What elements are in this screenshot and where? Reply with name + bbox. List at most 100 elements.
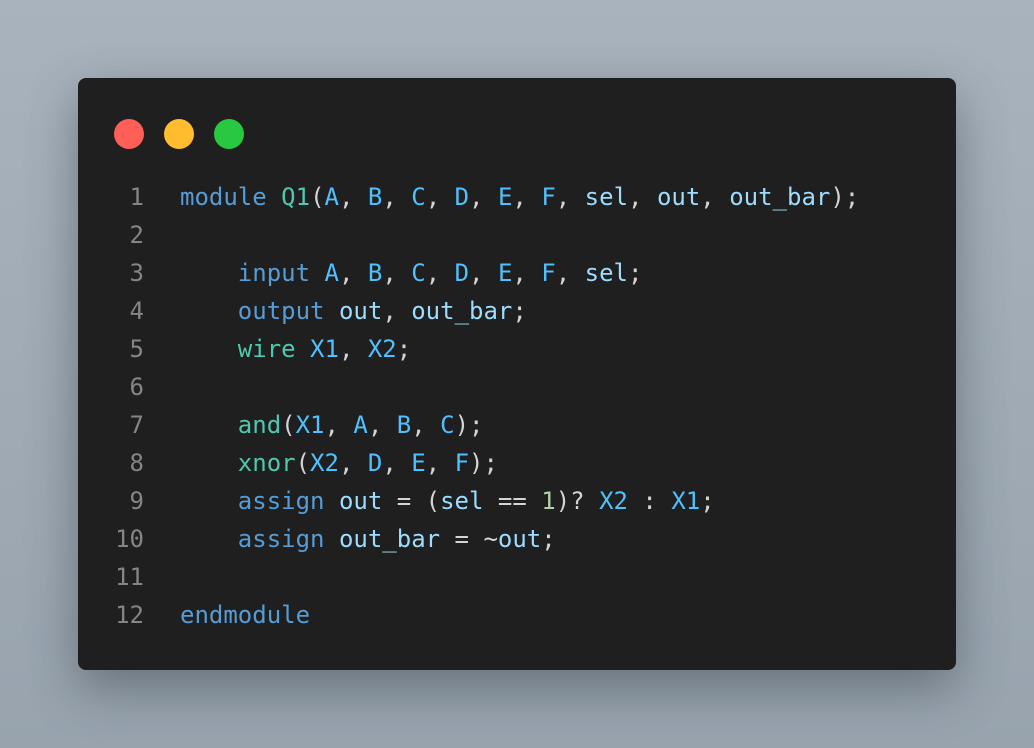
line-number: 1 [129,183,144,211]
code-token: B [367,183,383,211]
code-token: A [353,411,368,439]
code-token: , [555,259,585,287]
code-token: == [483,487,542,515]
code-text: input A, B, C, D, E, F, sel; [180,254,643,292]
code-token: , [425,183,455,211]
code-text: and(X1, A, B, C); [180,406,484,444]
code-line: 8 xnor(X2, D, E, F); [78,444,956,482]
code-text: output out, out_bar; [180,292,527,330]
line-number: 7 [129,411,144,439]
code-text: xnor(X2, D, E, F); [180,444,498,482]
code-token: X1 [310,335,339,363]
code-token: E [497,183,513,211]
close-dot-icon[interactable] [114,119,144,149]
code-token: out_bar [729,183,831,211]
code-token: C [440,411,455,439]
code-token: B [367,259,383,287]
code-token: , [367,411,397,439]
code-token: , [555,183,585,211]
line-number: 3 [129,259,144,287]
code-token: , [469,183,498,211]
code-token: module [180,183,282,211]
code-token: output [237,297,339,325]
code-token: , [425,449,455,477]
code-token: X2 [599,487,628,515]
code-token: F [541,259,556,287]
code-token: D [367,449,383,477]
code-token: , [338,335,368,363]
code-token: , [338,259,368,287]
code-line: 6 [78,368,956,406]
code-token: , [512,259,542,287]
code-line: 1 module Q1(A, B, C, D, E, F, sel, out, o… [78,178,956,216]
code-line: 7 and(X1, A, B, C); [78,406,956,444]
code-token: C [411,183,426,211]
code-token: endmodule [180,601,311,629]
code-token: out [497,525,542,553]
code-token: X1 [671,487,701,515]
code-token: E [497,259,513,287]
code-token: ); [830,183,860,211]
code-line: 10 assign out_bar = ~out; [78,520,956,558]
code-token: D [454,259,470,287]
code-line: 5 wire X1, X2; [78,330,956,368]
code-block: 1 module Q1(A, B, C, D, E, F, sel, out, o… [78,178,956,634]
code-token: sel [584,183,629,211]
code-token: out_bar [411,297,513,325]
code-token: ; [700,487,715,515]
line-number: 10 [115,525,144,553]
code-token: , [411,411,441,439]
code-token: sel [584,259,629,287]
code-line: 2 [78,216,956,254]
minimize-dot-icon[interactable] [164,119,194,149]
line-number: 8 [129,449,144,477]
code-token: , [382,183,412,211]
code-line: 12 endmodule [78,596,956,634]
line-number: 12 [115,601,144,629]
line-number: 9 [129,487,144,515]
line-number: 11 [115,563,144,591]
code-text: endmodule [180,596,310,634]
code-text: assign out = (sel == 1)? X2 : X1; [180,482,715,520]
line-number: 4 [129,297,144,325]
code-line: 4 output out, out_bar; [78,292,956,330]
line-number: 6 [129,373,144,401]
code-token: E [411,449,426,477]
code-token: , [628,183,657,211]
line-number: 5 [129,335,144,363]
code-token: ( [295,449,311,477]
code-token: , [338,183,368,211]
code-line: 3 input A, B, C, D, E, F, sel; [78,254,956,292]
code-token: , [700,183,730,211]
code-token: assign [237,525,339,553]
code-token: input [237,259,325,287]
code-token: , [338,449,368,477]
code-token: X2 [367,335,397,363]
code-line: 9 assign out = (sel == 1)? X2 : X1; [78,482,956,520]
code-token: ); [469,449,498,477]
code-token: out [338,487,383,515]
code-token: = ~ [440,525,498,553]
maximize-dot-icon[interactable] [214,119,244,149]
code-token: B [396,411,412,439]
code-token: , [382,449,412,477]
code-token: C [411,259,426,287]
code-token: F [454,449,470,477]
code-token: A [324,259,339,287]
code-token: wire [237,335,311,363]
code-text: module Q1(A, B, C, D, E, F, sel, out, ou… [180,178,859,216]
code-token: ); [454,411,484,439]
code-text: assign out_bar = ~out; [180,520,556,558]
code-token: out [656,183,701,211]
code-token: ; [541,525,556,553]
code-token: , [382,297,412,325]
code-token: = ( [382,487,441,515]
code-token: , [382,259,412,287]
